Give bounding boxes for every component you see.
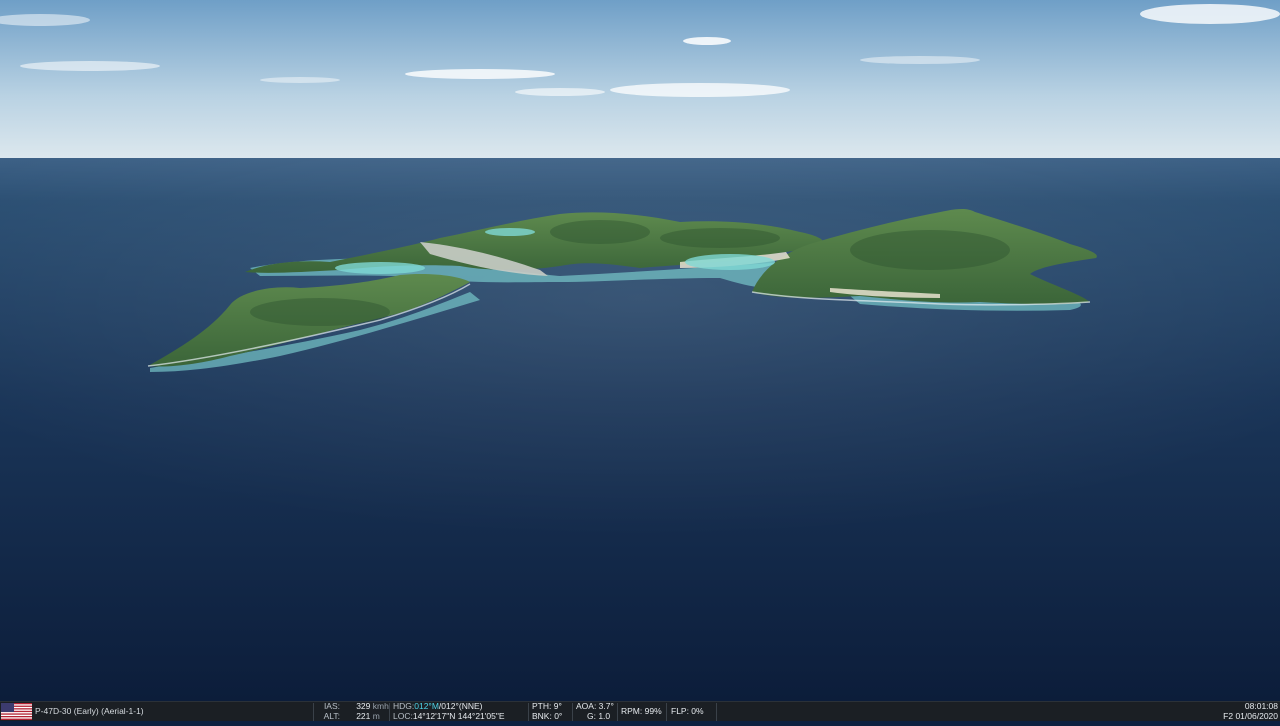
ias-unit: kmh — [372, 701, 389, 711]
clock-block: 08:01:08 F2 01/06/2020 — [1198, 701, 1278, 721]
hud-divider — [572, 703, 573, 721]
attitude-block: PTH: 9° BNK: 0° — [532, 701, 570, 721]
speed-altitude-block: IAS: 329 kmh ALT: 221 m — [316, 701, 389, 721]
hud-divider — [617, 703, 618, 721]
hud-divider — [313, 703, 314, 721]
sky — [0, 0, 1280, 160]
hud-divider — [389, 703, 390, 721]
hud-divider — [528, 703, 529, 721]
flaps-readout: FLP: 0% — [671, 706, 704, 726]
hud-status-bar: P-47D-30 (Early) (Aerial-1-1) IAS: 329 k… — [0, 701, 1280, 721]
rpm-readout: RPM: 99% — [621, 706, 662, 726]
hud-divider — [666, 703, 667, 721]
us-flag-icon — [1, 703, 32, 720]
hdg-true: /012°(NNE) — [438, 701, 483, 711]
loc-value: 14°12'17"N 144°21'05"E — [412, 710, 505, 721]
hud-divider — [716, 703, 717, 721]
aircraft-name: P-47D-30 (Early) (Aerial-1-1) — [35, 706, 144, 726]
alt-unit: m — [372, 710, 380, 721]
aoa-g-block: AOA: 3.7° G: 1.0 — [576, 701, 616, 721]
game-viewport — [0, 0, 1280, 701]
hdg-magnetic: 012°M — [414, 701, 439, 711]
flaps-text: FLP: 0% — [671, 706, 704, 716]
aircraft-name-text: P-47D-30 (Early) (Aerial-1-1) — [35, 706, 144, 716]
heading-location-block: HDG:012°M/012°(NNE) LOC:14°12'17"N 144°2… — [393, 701, 526, 721]
rpm-text: RPM: 99% — [621, 706, 662, 716]
